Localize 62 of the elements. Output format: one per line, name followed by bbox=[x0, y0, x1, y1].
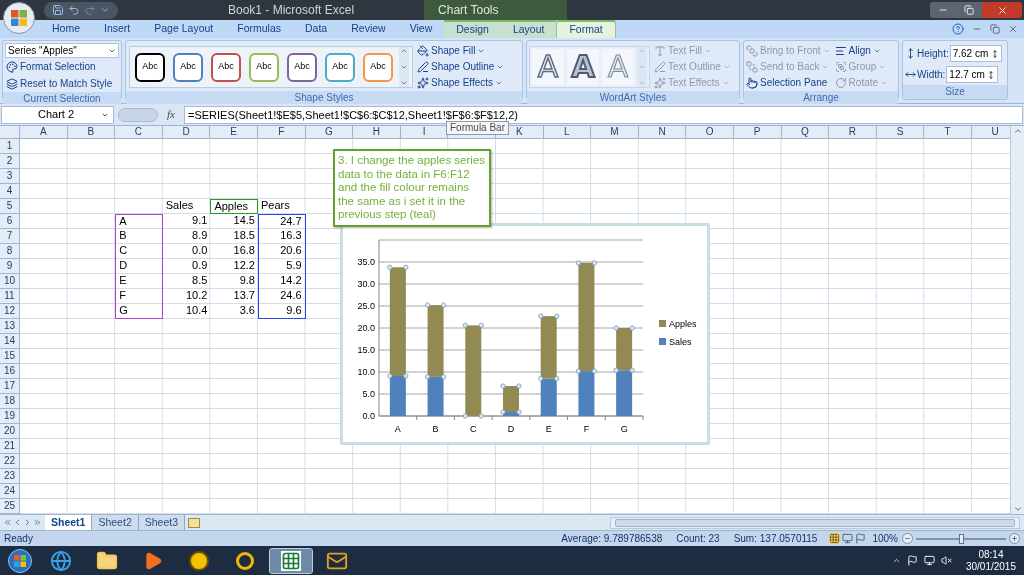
table-cell: D bbox=[115, 259, 163, 274]
status-stat: Average: 9.789786538 bbox=[561, 532, 663, 546]
table-cell-text: 14.5 bbox=[232, 214, 256, 228]
y-tick-label: 35.0 bbox=[357, 257, 375, 267]
table-cell-text: 16.8 bbox=[232, 244, 256, 258]
table-cell: 9.6 bbox=[257, 304, 306, 319]
table-cell: 24.6 bbox=[257, 289, 306, 304]
y-tick-label: 0.0 bbox=[362, 411, 375, 421]
status-stat: Sum: 137.0570115 bbox=[733, 532, 818, 546]
table-cell: 20.6 bbox=[257, 244, 306, 259]
y-tick-label: 30.0 bbox=[357, 279, 375, 289]
table-cell: B bbox=[115, 229, 163, 244]
x-tick-label: F bbox=[583, 424, 590, 434]
y-tick-label: 10.0 bbox=[357, 367, 375, 377]
table-cell: A bbox=[115, 214, 163, 229]
group-label: Shape Styles bbox=[126, 91, 522, 105]
table-cell: 5.9 bbox=[257, 259, 306, 274]
field-label: Height: bbox=[917, 47, 949, 61]
formula-bar-tooltip: Formula Bar bbox=[446, 121, 509, 135]
table-cell-text: 9.8 bbox=[238, 274, 256, 288]
table-cell-text: Pears bbox=[259, 199, 291, 213]
table-cell-text: 8.5 bbox=[191, 274, 209, 288]
x-tick-label: B bbox=[432, 424, 439, 434]
group-label: Size bbox=[903, 85, 1007, 99]
table-cell: Apples bbox=[210, 199, 258, 214]
table-cell-text: 3.6 bbox=[238, 304, 256, 318]
table-cell: C bbox=[115, 244, 163, 259]
window-title: Book1 - Microsoft Excel bbox=[228, 2, 355, 19]
context-tab-label: Chart Tools bbox=[424, 0, 568, 20]
callout-note: 3. I change the apples series data to the data in F6:F12 and the fill colour remains the same as i set it in the previous step (teal) bbox=[333, 149, 491, 227]
table-cell: E bbox=[115, 274, 163, 289]
field-label: Width: bbox=[917, 68, 946, 82]
table-cell-text: 10.4 bbox=[184, 304, 209, 318]
x-tick-label: G bbox=[620, 424, 628, 434]
table-cell-text: 13.7 bbox=[232, 289, 256, 303]
table-cell-text: 12.2 bbox=[232, 259, 256, 273]
table-cell: 14.2 bbox=[257, 274, 306, 289]
table-cell-text: 8.9 bbox=[191, 229, 209, 243]
x-tick-label: E bbox=[545, 424, 552, 434]
table-cell: F bbox=[115, 289, 163, 304]
y-tick-label: 25.0 bbox=[357, 301, 375, 311]
y-tick-label: 5.0 bbox=[362, 389, 375, 399]
x-tick-label: C bbox=[470, 424, 477, 434]
y-tick-label: 20.0 bbox=[357, 323, 375, 333]
table-cell: G bbox=[115, 304, 163, 319]
group-label: Arrange bbox=[744, 91, 898, 105]
table-cell-text: 9.1 bbox=[191, 214, 209, 228]
table-cell-text: 0.9 bbox=[191, 259, 209, 273]
x-tick-label: A bbox=[394, 424, 401, 434]
group-label: WordArt Styles bbox=[527, 91, 739, 105]
legend-label: Apples bbox=[669, 319, 697, 329]
y-tick-label: 15.0 bbox=[357, 345, 375, 355]
table-cell-text: 0.0 bbox=[191, 244, 209, 258]
status-mode: Ready bbox=[4, 532, 33, 546]
table-cell: 16.3 bbox=[257, 229, 306, 244]
status-stat: Count: 23 bbox=[676, 532, 720, 546]
table-cell-text: 18.5 bbox=[232, 229, 256, 243]
legend-label: Sales bbox=[669, 337, 692, 347]
table-cell-text: Sales bbox=[164, 199, 195, 213]
table-cell: 24.7 bbox=[257, 214, 306, 229]
table-cell-text: 10.2 bbox=[184, 289, 209, 303]
x-tick-label: D bbox=[507, 424, 515, 434]
